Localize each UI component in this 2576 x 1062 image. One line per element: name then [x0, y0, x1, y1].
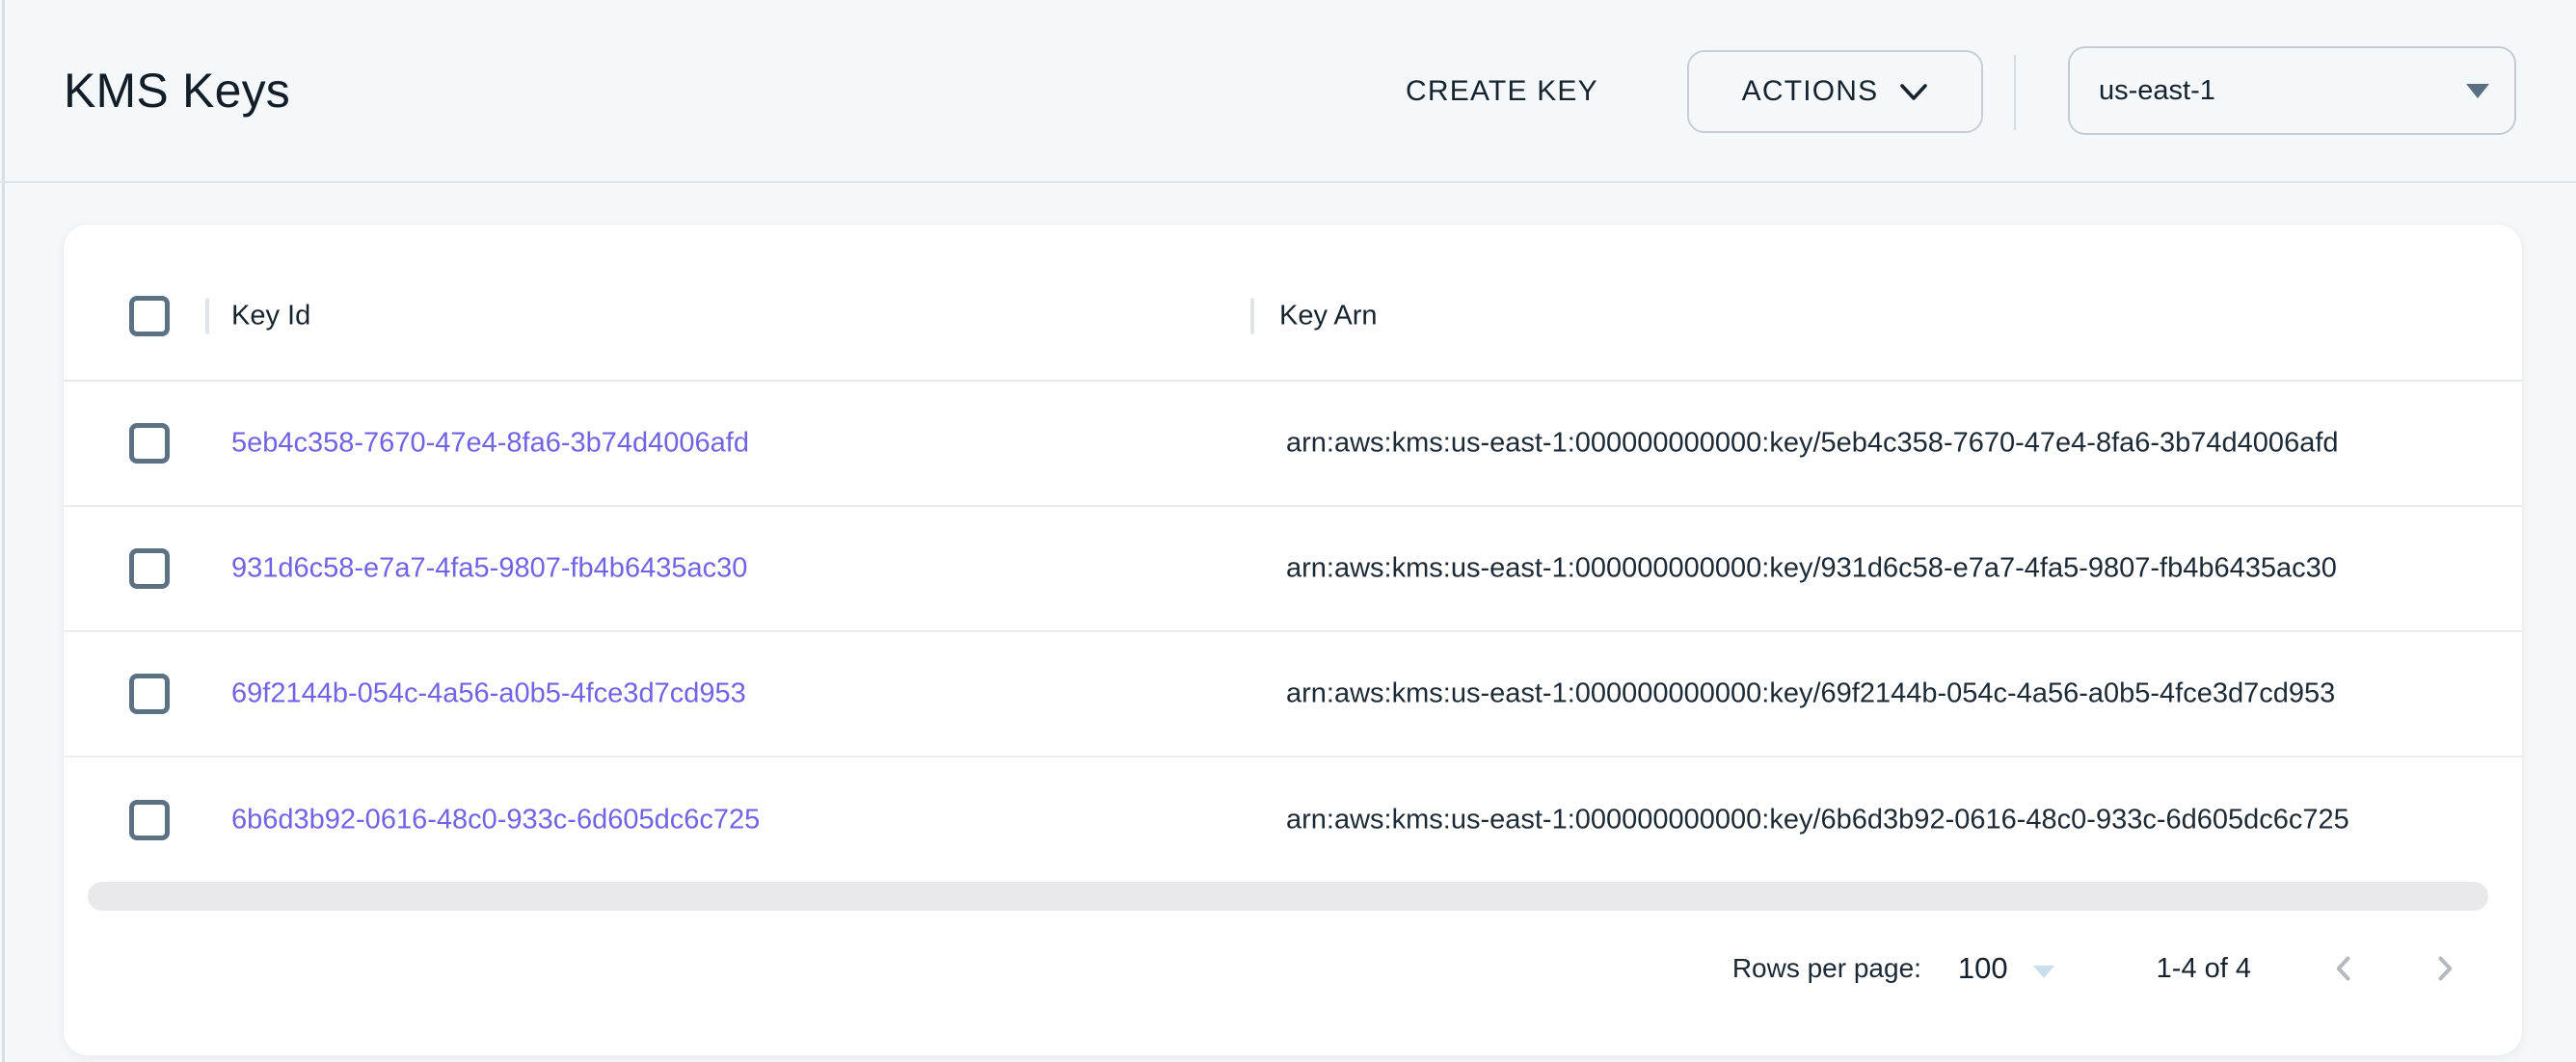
key-arn-text: arn:aws:kms:us-east-1:000000000000:key/6… [1286, 678, 2335, 710]
key-arn-text: arn:aws:kms:us-east-1:000000000000:key/5… [1286, 428, 2339, 460]
caret-down-icon [2466, 84, 2489, 98]
column-resize-handle[interactable] [1250, 298, 1254, 334]
table-row: 69f2144b-054c-4a56-a0b5-4fce3d7cd953 arn… [64, 632, 2522, 757]
actions-button-label: ACTIONS [1742, 75, 1879, 108]
row-checkbox[interactable] [129, 423, 170, 464]
column-header-key-id[interactable]: Key Id [231, 300, 310, 332]
pagination-bar: Rows per page: 100 1-4 of 4 [1732, 938, 2468, 999]
chevron-right-icon [2428, 951, 2462, 986]
page-header: KMS Keys CREATE KEY ACTIONS us-east-1 [0, 0, 2576, 183]
row-checkbox[interactable] [129, 674, 170, 714]
key-id-link[interactable]: 931d6c58-e7a7-4fa5-9807-fb4b6435ac30 [231, 553, 747, 585]
key-id-link[interactable]: 69f2144b-054c-4a56-a0b5-4fce3d7cd953 [231, 678, 746, 710]
key-arn-text: arn:aws:kms:us-east-1:000000000000:key/9… [1286, 553, 2337, 585]
kms-keys-table-card: Key Id Key Arn 5eb4c358-7670-47e4-8fa6-3… [63, 224, 2523, 1056]
row-checkbox[interactable] [129, 548, 170, 589]
next-page-button[interactable] [2422, 945, 2468, 992]
page-title: KMS Keys [64, 64, 290, 119]
region-select[interactable]: us-east-1 [2068, 46, 2516, 135]
actions-button[interactable]: ACTIONS [1687, 50, 1983, 133]
create-key-button[interactable]: CREATE KEY [1396, 50, 1608, 133]
horizontal-scrollbar-thumb[interactable] [88, 882, 2488, 911]
column-resize-handle[interactable] [205, 298, 209, 334]
key-id-link[interactable]: 6b6d3b92-0616-48c0-933c-6d605dc6c725 [231, 805, 760, 836]
rows-per-page-label: Rows per page: [1732, 953, 1921, 984]
previous-page-button[interactable] [2321, 945, 2367, 992]
toolbar-divider [2014, 55, 2016, 130]
chevron-down-icon [1899, 83, 1928, 101]
row-checkbox[interactable] [129, 800, 170, 840]
column-header-key-arn[interactable]: Key Arn [1279, 300, 1378, 332]
region-select-value: us-east-1 [2099, 75, 2215, 107]
select-all-checkbox[interactable] [129, 296, 170, 336]
table-header-row: Key Id Key Arn [64, 252, 2522, 382]
table-row: 5eb4c358-7670-47e4-8fa6-3b74d4006afd arn… [64, 382, 2522, 507]
table-body: 5eb4c358-7670-47e4-8fa6-3b74d4006afd arn… [64, 382, 2522, 883]
key-id-link[interactable]: 5eb4c358-7670-47e4-8fa6-3b74d4006afd [231, 428, 749, 460]
caret-down-icon [2033, 966, 2054, 978]
rows-per-page-value: 100 [1958, 951, 2008, 986]
table-row: 931d6c58-e7a7-4fa5-9807-fb4b6435ac30 arn… [64, 507, 2522, 632]
key-arn-text: arn:aws:kms:us-east-1:000000000000:key/6… [1286, 805, 2349, 836]
table-row: 6b6d3b92-0616-48c0-933c-6d605dc6c725 arn… [64, 757, 2522, 883]
rows-per-page-select[interactable]: 100 [1958, 951, 2054, 986]
chevron-left-icon [2326, 951, 2361, 986]
pagination-range-label: 1-4 of 4 [2157, 953, 2251, 985]
